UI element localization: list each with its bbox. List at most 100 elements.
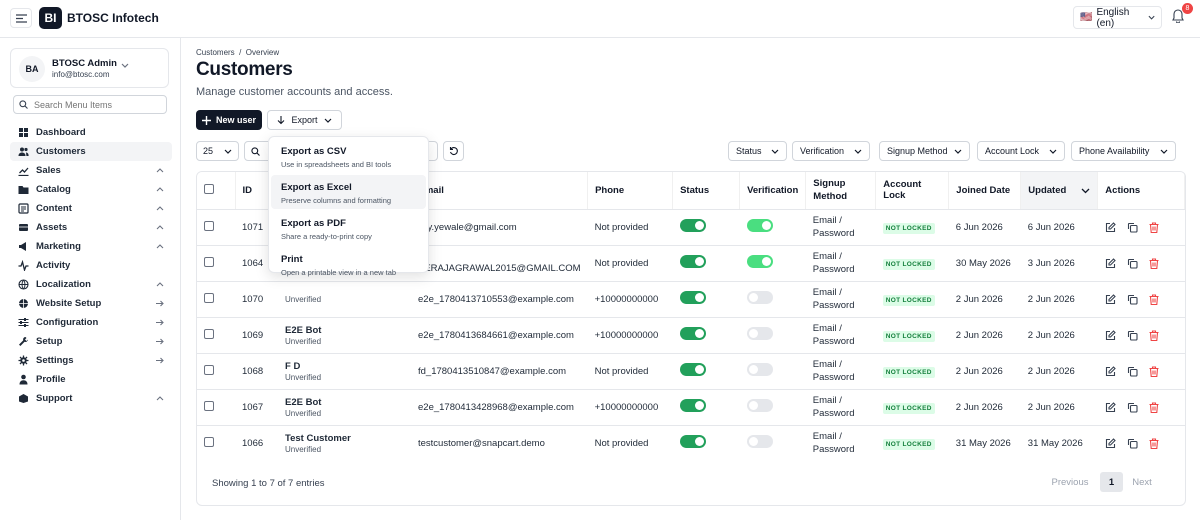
cell-name: F D Unverified xyxy=(278,353,411,390)
copy-icon[interactable] xyxy=(1127,258,1138,269)
status-toggle[interactable] xyxy=(679,399,706,412)
edit-icon[interactable] xyxy=(1105,293,1116,305)
status-toggle[interactable] xyxy=(679,255,706,268)
menu-search-input[interactable] xyxy=(34,99,154,110)
row-checkbox[interactable] xyxy=(204,328,214,339)
export-menu-item-export-as-pdf[interactable]: Export as PDF Share a ready-to-print copy xyxy=(271,211,426,245)
trash-icon[interactable] xyxy=(1149,293,1159,305)
row-checkbox[interactable] xyxy=(204,292,214,303)
customer-name[interactable]: Test Customer xyxy=(285,433,404,444)
sidebar-item-support[interactable]: Support xyxy=(10,389,172,408)
column-header-updated[interactable]: Updated xyxy=(1020,172,1099,210)
sidebar-item-activity[interactable]: Activity xyxy=(10,256,172,275)
filter-verification[interactable]: Verification xyxy=(792,141,870,161)
status-toggle[interactable] xyxy=(679,435,706,449)
verification-toggle[interactable] xyxy=(746,363,773,376)
edit-icon[interactable] xyxy=(1105,401,1116,413)
export-button[interactable]: Export xyxy=(267,110,342,130)
sidebar-item-setup[interactable]: Setup xyxy=(10,332,172,351)
previous-page-button[interactable]: Previous xyxy=(1044,472,1096,492)
language-select[interactable]: 🇺🇸 English (en) xyxy=(1073,6,1162,29)
cell-joined-date: 31 May 2026 xyxy=(955,437,1011,449)
edit-icon[interactable] xyxy=(1105,365,1116,377)
copy-icon[interactable] xyxy=(1127,402,1138,413)
status-toggle[interactable] xyxy=(679,219,706,232)
language-label: English (en) xyxy=(1096,6,1130,29)
filter-account-lock[interactable]: Account Lock xyxy=(977,141,1065,161)
status-toggle[interactable] xyxy=(679,327,706,340)
verification-toggle[interactable] xyxy=(746,291,773,304)
sidebar-item-dashboard[interactable]: Dashboard xyxy=(10,123,172,142)
sidebar-item-profile[interactable]: Profile xyxy=(10,370,172,389)
copy-icon[interactable] xyxy=(1127,222,1138,233)
next-page-button[interactable]: Next xyxy=(1127,472,1157,492)
edit-icon[interactable] xyxy=(1105,329,1116,341)
trash-icon[interactable] xyxy=(1149,401,1159,413)
sidebar-item-catalog[interactable]: Catalog xyxy=(10,180,172,199)
copy-icon[interactable] xyxy=(1127,366,1138,377)
edit-icon[interactable] xyxy=(1105,437,1116,449)
menu-search[interactable] xyxy=(13,95,167,114)
export-menu-item-print[interactable]: Print Open a printable view in a new tab xyxy=(271,247,426,281)
sidebar-item-configuration[interactable]: Configuration xyxy=(10,313,172,332)
customer-name[interactable]: E2E Bot xyxy=(285,397,404,408)
cell-email: testcustomer@snapcart.demo xyxy=(418,437,545,449)
user-card[interactable]: BA BTOSC Admin info@btosc.com xyxy=(10,48,169,88)
edit-icon[interactable] xyxy=(1105,221,1116,233)
trash-icon[interactable] xyxy=(1149,438,1159,449)
search-icon xyxy=(251,146,260,156)
sidebar-item-content[interactable]: Content xyxy=(10,199,172,218)
edit-icon[interactable] xyxy=(1105,257,1116,269)
trash-icon[interactable] xyxy=(1149,329,1159,341)
verification-toggle[interactable] xyxy=(746,255,773,268)
row-checkbox[interactable] xyxy=(204,364,214,375)
verification-toggle[interactable] xyxy=(746,435,773,449)
per-page-select[interactable]: 25 xyxy=(196,141,239,161)
copy-icon[interactable] xyxy=(1127,438,1138,449)
chevron-down-icon xyxy=(224,149,232,154)
sidebar-item-assets[interactable]: Assets xyxy=(10,218,172,237)
sidebar-item-website-setup[interactable]: Website Setup xyxy=(10,294,172,313)
menu-toggle-button[interactable] xyxy=(10,8,32,28)
trash-icon[interactable] xyxy=(1149,257,1159,269)
table-row: 1070 Unverified e2e_1780413710553@example.… xyxy=(197,281,1185,318)
filter-phone-availability[interactable]: Phone Availability xyxy=(1071,141,1176,161)
trash-icon[interactable] xyxy=(1149,365,1159,377)
status-toggle[interactable] xyxy=(679,291,706,304)
customer-name[interactable]: F D xyxy=(285,361,404,372)
customer-name[interactable]: E2E Bot xyxy=(285,325,404,336)
page-1-button[interactable]: 1 xyxy=(1100,472,1123,492)
status-toggle[interactable] xyxy=(679,363,706,376)
sidebar-item-customers[interactable]: Customers xyxy=(10,142,172,161)
verification-toggle[interactable] xyxy=(746,327,773,340)
column-header-email[interactable]: Email xyxy=(411,172,589,210)
verification-toggle[interactable] xyxy=(746,399,773,412)
sidebar-item-settings[interactable]: Settings xyxy=(10,351,172,370)
column-header-status[interactable]: Status xyxy=(672,172,741,210)
column-header-account-lock[interactable]: Account Lock xyxy=(875,172,950,210)
verification-toggle[interactable] xyxy=(746,219,773,232)
globe-icon xyxy=(18,279,29,290)
row-checkbox[interactable] xyxy=(204,436,214,447)
sidebar-item-marketing[interactable]: Marketing xyxy=(10,237,172,256)
new-user-button[interactable]: New user xyxy=(196,110,262,130)
row-checkbox[interactable] xyxy=(204,256,214,267)
column-header-verification[interactable]: Verification xyxy=(739,172,807,210)
column-header-joined-date[interactable]: Joined Date xyxy=(948,172,1022,210)
sidebar-item-sales[interactable]: Sales xyxy=(10,161,172,180)
copy-icon[interactable] xyxy=(1127,294,1138,305)
trash-icon[interactable] xyxy=(1149,221,1159,233)
select-all-checkbox[interactable] xyxy=(204,183,214,194)
row-checkbox[interactable] xyxy=(204,400,214,411)
sidebar-item-localization[interactable]: Localization xyxy=(10,275,172,294)
chevron-down-icon xyxy=(954,149,962,154)
column-header-signup-method[interactable]: Signup Method xyxy=(805,172,877,210)
export-menu-item-export-as-csv[interactable]: Export as CSV Use in spreadsheets and BI … xyxy=(271,139,426,173)
refresh-button[interactable] xyxy=(443,141,464,161)
export-menu-item-export-as-excel[interactable]: Export as Excel Preserve columns and form… xyxy=(271,175,426,209)
filter-signup-method[interactable]: Signup Method xyxy=(879,141,970,161)
row-checkbox[interactable] xyxy=(204,220,214,231)
filter-status[interactable]: Status xyxy=(728,141,787,161)
copy-icon[interactable] xyxy=(1127,330,1138,341)
column-header-phone[interactable]: Phone xyxy=(587,172,674,210)
